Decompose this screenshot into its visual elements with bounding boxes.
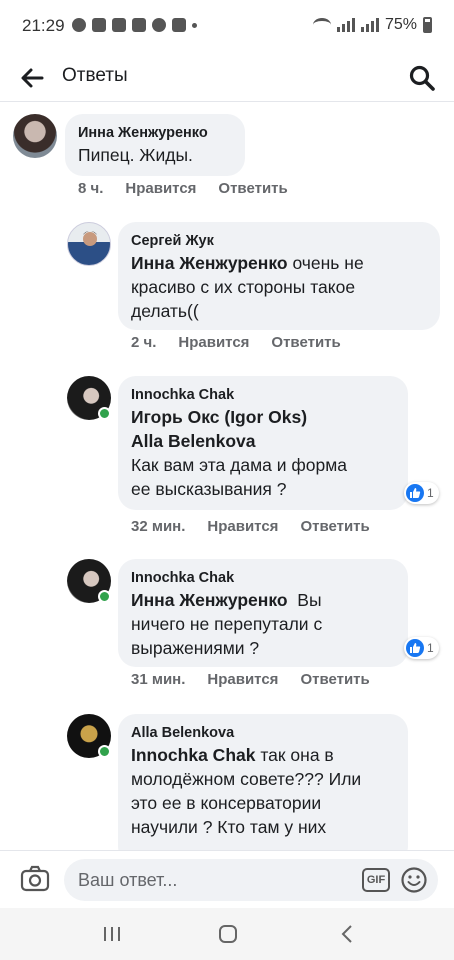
comment-bubble: Сергей Жук Инна Женжуренко очень не крас… — [118, 222, 440, 330]
online-indicator — [98, 590, 111, 603]
page-title: Ответы — [62, 65, 128, 86]
comment-time[interactable]: 8 ч. — [78, 180, 103, 197]
like-button[interactable]: Нравится — [125, 180, 196, 197]
signal-icon — [336, 18, 355, 32]
comment-text: Innochka Chak так она в — [131, 743, 396, 767]
comment-bubble: Инна Женжуренко Пипец. Жиды. — [65, 114, 245, 176]
reply-button[interactable]: Ответить — [271, 334, 340, 351]
like-button[interactable]: Нравится — [207, 671, 278, 688]
notification-icon — [132, 18, 146, 32]
avatar[interactable] — [13, 114, 57, 158]
comment-time[interactable]: 32 мин. — [131, 518, 185, 535]
comment-bubble: Innochka Chak Игорь Окс (Igor Oks) Alla … — [118, 376, 408, 510]
comment-author[interactable]: Alla Belenkova — [131, 723, 396, 743]
reply-placeholder: Ваш ответ... — [78, 870, 178, 890]
comment-text-line: Как вам эта дама и форма — [131, 455, 347, 475]
telegram-icon — [92, 18, 106, 32]
back-nav-button[interactable] — [336, 922, 360, 946]
reply-button[interactable]: Ответить — [300, 518, 369, 535]
wifi-icon — [312, 18, 331, 32]
notification-icons — [72, 18, 197, 32]
reaction-badge[interactable]: 1 — [404, 482, 439, 504]
more-dot-icon — [192, 22, 197, 28]
recent-apps-icon — [104, 927, 120, 941]
signal-icon-2 — [360, 18, 379, 32]
emoji-button[interactable] — [400, 866, 428, 894]
comment-text-line: научили ? Кто там у них — [131, 817, 327, 837]
comment-text-line: делать(( — [131, 301, 199, 321]
messenger-icon — [152, 18, 166, 32]
comment-text-line: ничего не перепутали с — [131, 614, 323, 634]
comment: Alla Belenkova Innochka Chak так она в м… — [0, 712, 454, 850]
mention[interactable]: Инна Женжуренко — [131, 253, 288, 273]
online-indicator — [98, 407, 111, 420]
camera-icon — [20, 865, 50, 892]
comment-author[interactable]: Сергей Жук — [131, 231, 428, 251]
reply-input[interactable]: Ваш ответ... GIF — [64, 859, 438, 901]
battery-icon — [423, 17, 432, 33]
comment-text: Пипец. Жиды. — [78, 145, 193, 165]
like-icon — [406, 639, 424, 657]
comment-text-line: молодёжном совете??? Или — [131, 769, 362, 789]
avatar-face-icon — [83, 231, 97, 246]
accessibility-icon — [112, 18, 126, 32]
status-right: 75% — [312, 16, 432, 34]
chevron-left-icon — [341, 925, 352, 943]
messenger-icon — [72, 18, 86, 32]
mention[interactable]: Innochka Chak — [131, 745, 255, 765]
battery-percent: 75% — [384, 16, 417, 33]
comment-author[interactable]: Innochka Chak — [131, 568, 396, 588]
arrow-left-icon — [21, 68, 44, 88]
comment-author[interactable]: Инна Женжуренко — [78, 123, 233, 143]
recent-apps-button[interactable] — [100, 922, 124, 946]
home-button[interactable] — [216, 922, 240, 946]
comment-bubble: Alla Belenkova Innochka Chak так она в м… — [118, 714, 408, 850]
comment-actions: 32 мин. Нравится Ответить — [131, 518, 370, 535]
comment-text-line: выражениями ? — [131, 638, 260, 658]
like-button[interactable]: Нравится — [178, 334, 249, 351]
like-icon — [406, 484, 424, 502]
home-icon — [219, 925, 237, 943]
status-time: 21:29 — [22, 16, 65, 35]
comment-text-line: очень не — [292, 253, 364, 273]
search-button[interactable] — [408, 64, 436, 92]
comment-text-line: Вы — [297, 590, 322, 610]
status-bar: 21:29 75% — [0, 0, 454, 54]
back-button[interactable] — [18, 64, 46, 92]
gif-button[interactable]: GIF — [362, 868, 390, 892]
header: Ответы — [0, 54, 454, 102]
avatar[interactable] — [67, 222, 111, 266]
comment-text-line: красиво с их стороны такое — [131, 277, 356, 297]
mention[interactable]: Игорь Окс (Igor Oks) — [131, 405, 396, 429]
comment-text: Инна Женжуренко очень не — [131, 251, 428, 275]
online-indicator — [98, 745, 111, 758]
comment-author[interactable]: Innochka Chak — [131, 385, 396, 405]
system-nav-bar — [0, 908, 454, 960]
reaction-badge[interactable]: 1 — [404, 637, 439, 659]
comment-bubble: Innochka Chak Инна Женжуренко Вы ничего … — [118, 559, 408, 667]
comment-text-line: так она в — [260, 745, 334, 765]
comment-text-line: ее высказывания ? — [131, 479, 287, 499]
comment-time[interactable]: 2 ч. — [131, 334, 156, 351]
reply-button[interactable]: Ответить — [218, 180, 287, 197]
reply-composer: Ваш ответ... GIF — [0, 850, 454, 908]
search-icon — [409, 65, 435, 91]
comment-actions: 31 мин. Нравится Ответить — [131, 671, 370, 688]
comment-actions: 8 ч. Нравится Ответить — [78, 180, 288, 197]
smiley-icon — [401, 867, 427, 893]
reaction-count: 1 — [427, 486, 434, 500]
comment-text-line: это ее в консерватории — [131, 793, 322, 813]
mention[interactable]: Alla Belenkova — [131, 429, 396, 453]
comment-text: Инна Женжуренко Вы — [131, 588, 396, 612]
camera-button[interactable] — [20, 865, 50, 893]
mention[interactable]: Инна Женжуренко — [131, 590, 288, 610]
like-button[interactable]: Нравится — [207, 518, 278, 535]
reaction-count: 1 — [427, 641, 434, 655]
reply-button[interactable]: Ответить — [300, 671, 369, 688]
facebook-icon — [172, 18, 186, 32]
comment-time[interactable]: 31 мин. — [131, 671, 185, 688]
comment-actions: 2 ч. Нравится Ответить — [131, 334, 341, 351]
